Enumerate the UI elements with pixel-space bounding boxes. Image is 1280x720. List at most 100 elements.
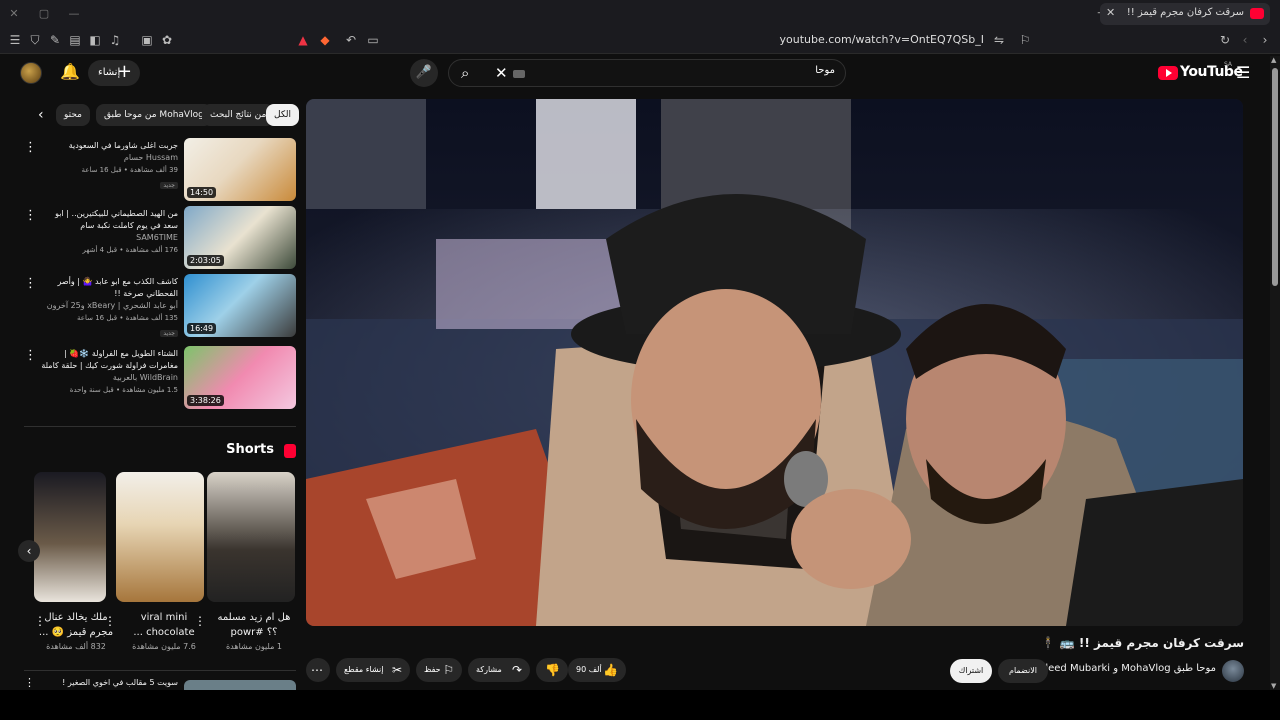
- short-thumbnail[interactable]: [34, 472, 106, 602]
- video-thumbnail[interactable]: [184, 680, 296, 690]
- reload-icon[interactable]: ↻: [1218, 33, 1232, 47]
- short-thumbnail[interactable]: [116, 472, 204, 602]
- video-stats: 135 ألف مشاهدة • قبل 16 ساعة: [77, 314, 178, 322]
- video-owner-row: موحا طبق MohaVlog و Waleed Mubarki الانض…: [914, 658, 1244, 684]
- media-icon[interactable]: ▣: [140, 33, 154, 47]
- forward-icon[interactable]: ‹: [1238, 33, 1252, 47]
- clip-button[interactable]: إنشاء مقطع ✂: [336, 658, 410, 682]
- minimize-window-icon[interactable]: —: [66, 6, 82, 22]
- save-button[interactable]: حفظ ⚐: [416, 658, 462, 682]
- more-options-icon[interactable]: ⋮: [24, 140, 37, 155]
- channel-name[interactable]: أبو عابد الشحري | xBeary و25 آخرون: [38, 300, 178, 312]
- recommended-video[interactable]: ⋮ الشتاء الطويل مع الفراولة ❄️🍓 | مغامرا…: [24, 346, 296, 410]
- more-options-icon[interactable]: ⋮: [24, 208, 37, 223]
- channel-name[interactable]: SAM6TIME: [38, 232, 178, 244]
- subscribe-button[interactable]: اشتراك: [950, 659, 992, 683]
- notifications-bell-icon[interactable]: 🔔: [60, 62, 80, 84]
- shorts-icon: [284, 444, 296, 458]
- video-thumbnail[interactable]: 3:38:26: [184, 346, 296, 409]
- clear-search-icon[interactable]: ✕: [495, 64, 508, 82]
- recommended-video[interactable]: ⋮ كاشف الكذب مع ابو عابد 🤷‍♀️ | وأصر الف…: [24, 274, 296, 338]
- chips-next-arrow-icon[interactable]: ‹: [38, 107, 44, 123]
- browser-toolbar: ☰ ⛉ ✎ ▤ ◧ ♫ ▣ ✿ ▲ ◆ ↶ ▭ youtube.com/watc…: [0, 28, 1280, 54]
- voice-search-mic-icon[interactable]: 🎤: [410, 59, 438, 87]
- guide-menu-icon[interactable]: ☰: [1236, 63, 1250, 82]
- channel-name-main[interactable]: موحا طبق MohaVlog و Waleed Mubarki: [1030, 663, 1216, 674]
- search-input[interactable]: [535, 65, 835, 76]
- back-icon[interactable]: ›: [1258, 33, 1272, 47]
- address-bar-url[interactable]: youtube.com/watch?v=OntEQ7QSb_I: [780, 33, 985, 46]
- extension-icon[interactable]: ✎: [48, 33, 62, 47]
- video-duration: 14:50: [187, 187, 217, 198]
- short-thumbnail[interactable]: [207, 472, 295, 602]
- more-options-icon[interactable]: ⋮: [24, 348, 37, 363]
- page-scrollbar[interactable]: ▲ ▼: [1270, 56, 1280, 690]
- sidebar-icon[interactable]: ◧: [88, 33, 102, 47]
- short-title[interactable]: ملك يخالد عنال مجرم قيمز 🥺 ...: [34, 610, 118, 640]
- cast-icon[interactable]: ▭: [366, 33, 380, 47]
- video-frame: [306, 99, 1243, 626]
- video-duration: 2:03:05: [187, 255, 224, 266]
- warning-icon[interactable]: ▲: [296, 33, 310, 47]
- bookmark-icon[interactable]: ⚐: [1018, 33, 1032, 47]
- video-title[interactable]: من الهيد الصطيماني للبيكتيرين.. | ابو سع…: [38, 208, 178, 232]
- channel-avatar[interactable]: [1222, 660, 1244, 682]
- shorts-previous-arrow-icon[interactable]: ‹: [18, 540, 40, 562]
- close-window-icon[interactable]: ✕: [6, 6, 22, 22]
- video-thumbnail[interactable]: 14:50: [184, 138, 296, 201]
- short-views: 832 ألف مشاهدة: [46, 642, 106, 651]
- scroll-up-icon[interactable]: ▲: [1271, 56, 1276, 64]
- recommended-video[interactable]: ⋮ من الهيد الصطيماني للبيكتيرين.. | ابو …: [24, 206, 296, 270]
- dislike-button[interactable]: 👎: [536, 658, 568, 682]
- video-meta: جربت اغلى شاورما في السعودية Hussam حسام…: [38, 140, 178, 190]
- permissions-icon[interactable]: ⇋: [992, 33, 1006, 47]
- chip-all[interactable]: الكل: [266, 104, 300, 126]
- video-stats: 1.5 مليون مشاهدة • قبل سنة واحدة: [69, 386, 178, 394]
- video-title[interactable]: جربت اغلى شاورما في السعودية: [38, 140, 178, 152]
- more-options-icon[interactable]: ⋮: [24, 276, 37, 291]
- chip-from-channel[interactable]: من موحا طبق MohaVlog: [96, 104, 212, 126]
- browser-tab[interactable]: سرقت كرفان مجرم قيمز !! ✕: [1100, 3, 1270, 25]
- like-button[interactable]: 90 ألف 👍: [568, 658, 626, 682]
- account-avatar[interactable]: [20, 62, 42, 84]
- more-options-icon[interactable]: ⋮: [24, 676, 35, 689]
- bookmark-save-icon: ⚐: [443, 663, 454, 677]
- music-icon[interactable]: ♫: [108, 33, 122, 47]
- recommended-video[interactable]: ⋮ سويت 5 مقالب في اخوي الصغير !: [24, 676, 296, 690]
- join-button[interactable]: الانضمام: [998, 659, 1048, 683]
- thumbs-up-icon: 👍: [603, 663, 618, 677]
- channel-name[interactable]: Hussam حسام: [38, 152, 178, 164]
- more-actions-button[interactable]: ⋯: [306, 658, 330, 682]
- save-label: حفظ: [424, 665, 441, 674]
- video-player[interactable]: [306, 99, 1243, 626]
- reading-list-icon[interactable]: ▤: [68, 33, 82, 47]
- create-button[interactable]: + إنشاء: [88, 60, 140, 86]
- short-title[interactable]: هل ام زيد مسلمه ؟؟ #powr: [212, 610, 296, 640]
- channel-name[interactable]: WildBrain بالعربية: [38, 372, 178, 384]
- chip-search-related[interactable]: من نتائج البحث: [202, 104, 275, 126]
- video-thumbnail[interactable]: 16:49: [184, 274, 296, 337]
- video-thumbnail[interactable]: 2:03:05: [184, 206, 296, 269]
- browser-menu-icon[interactable]: ☰: [8, 33, 22, 47]
- video-title[interactable]: الشتاء الطويل مع الفراولة ❄️🍓 | مغامرات …: [38, 348, 178, 372]
- scroll-down-icon[interactable]: ▼: [1271, 682, 1276, 690]
- video-title[interactable]: سويت 5 مقالب في اخوي الصغير !: [62, 678, 178, 687]
- keyboard-icon[interactable]: [513, 70, 525, 78]
- undo-icon[interactable]: ↶: [344, 33, 358, 47]
- short-more-options-icon[interactable]: ⋮: [34, 614, 46, 628]
- youtube-favicon-icon: [1250, 8, 1264, 19]
- scrollbar-thumb[interactable]: [1272, 68, 1278, 286]
- video-meta: من الهيد الصطيماني للبيكتيرين.. | ابو سع…: [38, 208, 178, 256]
- maximize-window-icon[interactable]: ▢: [36, 6, 52, 22]
- video-stats: 176 ألف مشاهدة • قبل 4 أشهر: [82, 246, 178, 254]
- puzzle-icon[interactable]: ✿: [160, 33, 174, 47]
- shield-icon[interactable]: ⛉: [28, 33, 42, 47]
- brave-shield-icon[interactable]: ◆: [318, 33, 332, 47]
- recommended-video[interactable]: ⋮ جربت اغلى شاورما في السعودية Hussam حس…: [24, 138, 296, 202]
- search-icon[interactable]: ⌕: [461, 64, 469, 82]
- video-title[interactable]: كاشف الكذب مع ابو عابد 🤷‍♀️ | وأصر الفحط…: [38, 276, 178, 300]
- short-title[interactable]: viral mini chocolate ...: [122, 610, 206, 640]
- chip-partial[interactable]: محتو: [56, 104, 90, 126]
- share-button[interactable]: مشاركة ↷: [468, 658, 530, 682]
- tab-close-icon[interactable]: ✕: [1106, 6, 1115, 19]
